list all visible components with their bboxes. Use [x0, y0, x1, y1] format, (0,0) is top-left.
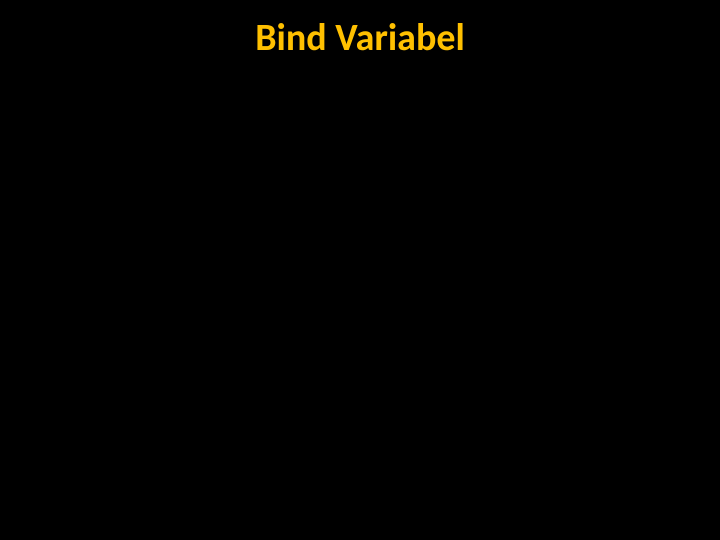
code-line: WHERE salary = : xsalary;: [40, 394, 680, 433]
code-line: END;: [40, 236, 680, 275]
code-line: SELECT first_name,last_name FROM employe…: [40, 355, 680, 394]
code-line: /: [40, 275, 680, 316]
code-line: SELECT salary INTO : xsalary: [40, 157, 680, 196]
slide: Bind Variabel VARIABLE xsalary NUMBER BE…: [0, 0, 720, 540]
slide-content: VARIABLE xsalary NUMBER BEGIN SELECT sal…: [40, 79, 680, 433]
code-line: PRINT xsalary: [40, 316, 680, 355]
code-line: VARIABLE xsalary NUMBER: [40, 79, 680, 118]
code-line: BEGIN: [40, 118, 680, 157]
slide-title: Bind Variabel: [40, 15, 680, 61]
code-line: FROM EMPLOYEES WHERE EMPLOYEE_ID=178;: [40, 196, 680, 235]
